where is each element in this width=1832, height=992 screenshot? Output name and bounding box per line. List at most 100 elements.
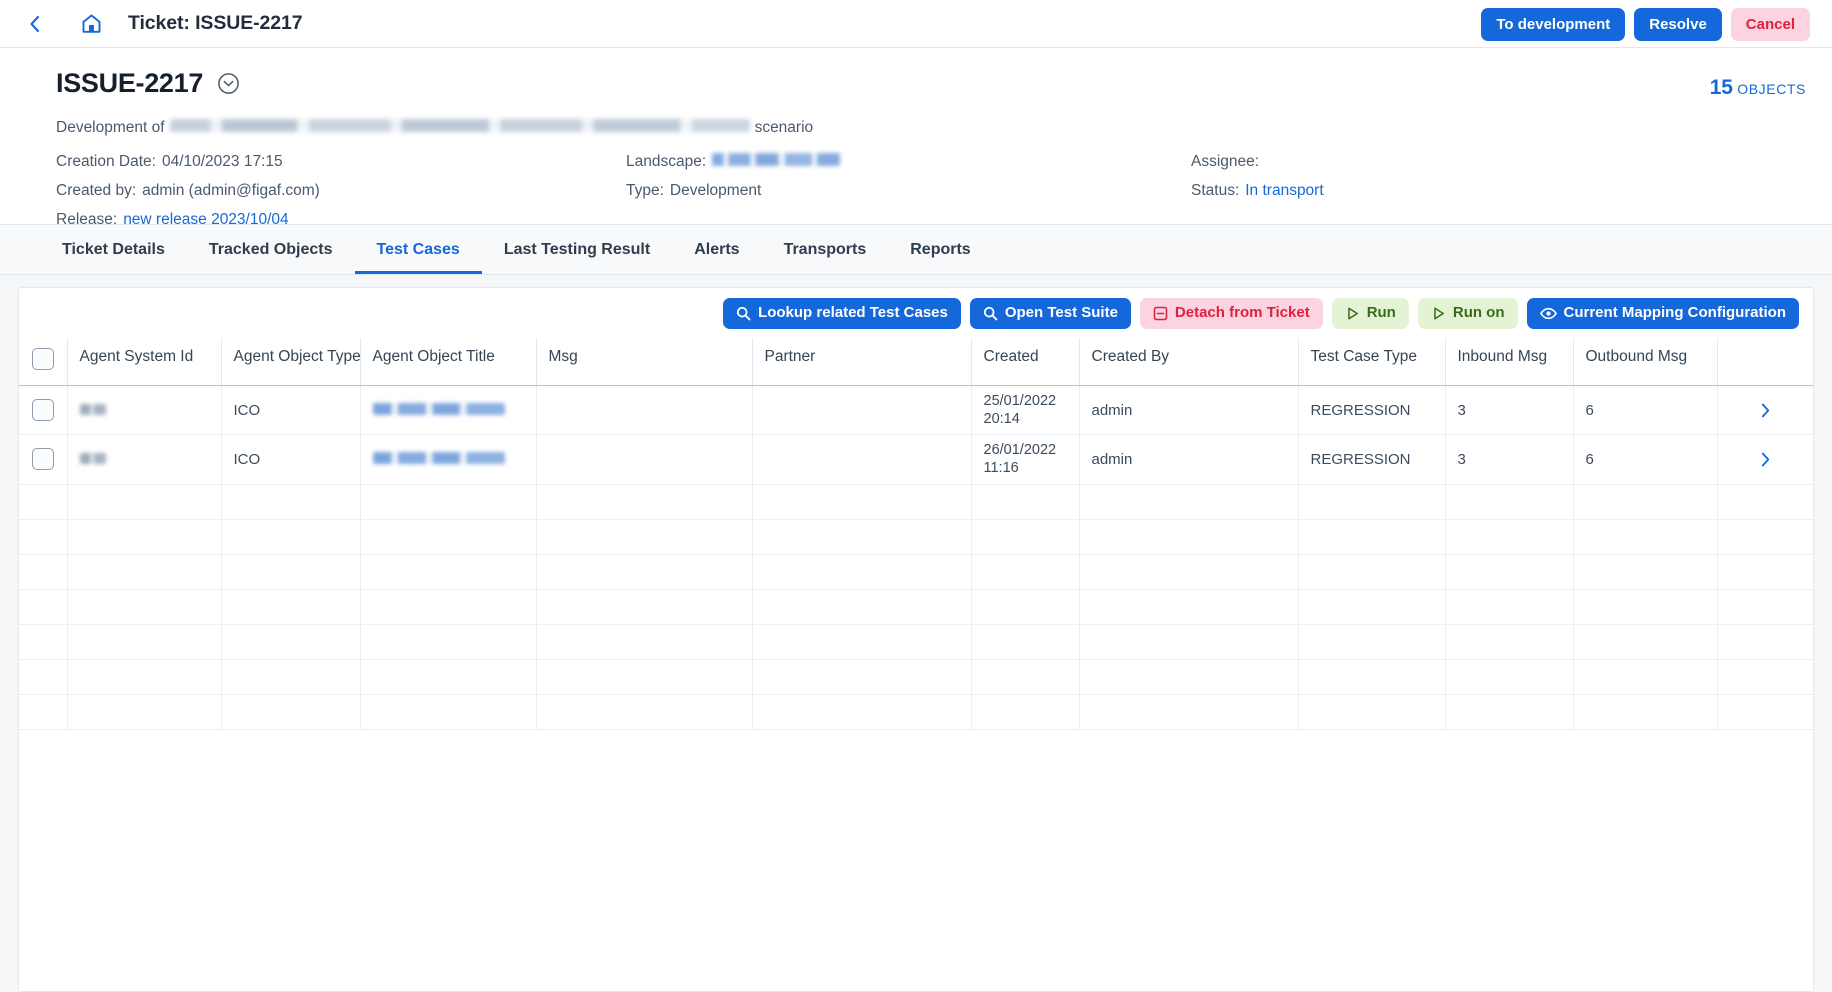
table-row-empty bbox=[19, 519, 1813, 555]
description-suffix: scenario bbox=[754, 119, 814, 136]
tab-alerts[interactable]: Alerts bbox=[672, 225, 761, 274]
tab-ticket-details[interactable]: Ticket Details bbox=[40, 225, 187, 274]
column-created[interactable]: Created bbox=[971, 337, 1080, 386]
redacted-value bbox=[372, 451, 505, 464]
cell-row-action bbox=[1717, 434, 1813, 485]
run-on-button[interactable]: Run on bbox=[1417, 298, 1518, 329]
column-partner[interactable]: Partner bbox=[752, 337, 972, 386]
redacted-value bbox=[372, 402, 505, 415]
column-inbound-msg[interactable]: Inbound Msg bbox=[1445, 337, 1574, 386]
column-agent-object-title[interactable]: Agent Object Title bbox=[360, 337, 537, 386]
tab-bar: Ticket Details Tracked Objects Test Case… bbox=[0, 225, 1832, 275]
cell-outbound-msg: 6 bbox=[1573, 385, 1718, 436]
eye-icon bbox=[1539, 306, 1557, 321]
redacted-value bbox=[79, 452, 106, 464]
page-title: Ticket: ISSUE-2217 bbox=[128, 12, 303, 34]
cell-created: 26/01/2022 11:16 bbox=[971, 434, 1080, 485]
column-agent-object-type[interactable]: Agent Object Type bbox=[221, 337, 361, 386]
ticket-detail-header: ISSUE-2217 15 OBJECTS Development of sce… bbox=[0, 48, 1832, 228]
minus-box-icon bbox=[1153, 306, 1168, 321]
lookup-related-test-cases-button[interactable]: Lookup related Test Cases bbox=[723, 298, 961, 329]
meta-creation-date: Creation Date: 04/10/2023 17:15 bbox=[56, 153, 626, 171]
meta-landscape: Landscape: bbox=[626, 153, 1191, 171]
column-row-action bbox=[1717, 337, 1813, 386]
meta-type-label: Type: bbox=[626, 182, 664, 199]
meta-status-label: Status: bbox=[1191, 182, 1240, 199]
column-select-all bbox=[19, 337, 68, 386]
cell-agent-system-id bbox=[67, 434, 222, 485]
row-select-cell bbox=[19, 385, 68, 436]
chevron-down-circle-icon[interactable] bbox=[217, 72, 240, 95]
row-checkbox[interactable] bbox=[31, 399, 54, 422]
search-icon bbox=[736, 306, 751, 321]
column-msg[interactable]: Msg bbox=[536, 337, 753, 386]
cell-inbound-msg: 3 bbox=[1445, 434, 1574, 485]
column-test-case-type[interactable]: Test Case Type bbox=[1298, 337, 1446, 386]
cell-outbound-msg: 6 bbox=[1573, 434, 1718, 485]
description-redacted-text bbox=[169, 119, 750, 132]
column-created-by[interactable]: Created By bbox=[1079, 337, 1299, 386]
cell-partner bbox=[752, 385, 972, 436]
cell-created: 25/01/2022 20:14 bbox=[971, 385, 1080, 436]
run-button[interactable]: Run bbox=[1331, 298, 1409, 329]
row-select-cell bbox=[19, 434, 68, 485]
cancel-button[interactable]: Cancel bbox=[1730, 8, 1810, 42]
tab-transports[interactable]: Transports bbox=[762, 225, 889, 274]
table-row-empty bbox=[19, 624, 1813, 660]
cell-agent-object-title bbox=[360, 434, 537, 485]
current-mapping-configuration-label: Current Mapping Configuration bbox=[1563, 304, 1786, 321]
cell-agent-object-type: ICO bbox=[221, 434, 361, 485]
cell-created-by: admin bbox=[1079, 434, 1299, 485]
meta-creation-date-label: Creation Date: bbox=[56, 153, 156, 170]
column-agent-system-id[interactable]: Agent System Id bbox=[67, 337, 222, 386]
test-cases-table: Agent System Id Agent Object Type Agent … bbox=[19, 337, 1813, 730]
tab-test-cases[interactable]: Test Cases bbox=[354, 225, 483, 274]
redacted-value bbox=[79, 403, 106, 415]
objects-count-value: 15 bbox=[1709, 76, 1733, 99]
meta-status: Status: In transport bbox=[1191, 182, 1806, 200]
meta-type: Type: Development bbox=[626, 182, 1191, 200]
table-row-empty bbox=[19, 589, 1813, 625]
cell-agent-system-id bbox=[67, 385, 222, 436]
home-icon[interactable] bbox=[76, 11, 106, 37]
tab-tracked-objects[interactable]: Tracked Objects bbox=[187, 225, 355, 274]
run-on-label: Run on bbox=[1452, 304, 1505, 321]
cell-inbound-msg: 3 bbox=[1445, 385, 1574, 436]
table-header-row: Agent System Id Agent Object Type Agent … bbox=[19, 337, 1813, 386]
tab-reports[interactable]: Reports bbox=[888, 225, 992, 274]
meta-type-value: Development bbox=[669, 182, 762, 199]
lookup-related-test-cases-label: Lookup related Test Cases bbox=[758, 304, 948, 321]
description-prefix: Development of bbox=[56, 119, 165, 136]
run-label: Run bbox=[1366, 304, 1396, 321]
chevron-right-icon[interactable] bbox=[1730, 402, 1802, 419]
row-checkbox[interactable] bbox=[31, 448, 54, 471]
table-body: ICO 25/01/2022 20:14 admin REGRESSION 3 … bbox=[19, 385, 1813, 730]
table-row-empty bbox=[19, 554, 1813, 590]
play-icon bbox=[1345, 306, 1360, 321]
table-row-empty bbox=[19, 694, 1813, 730]
meta-assignee-label: Assignee: bbox=[1191, 153, 1260, 170]
open-test-suite-button[interactable]: Open Test Suite bbox=[969, 298, 1131, 329]
cell-test-case-type: REGRESSION bbox=[1298, 385, 1446, 436]
cell-created-by: admin bbox=[1079, 385, 1299, 436]
table-row[interactable]: ICO 25/01/2022 20:14 admin REGRESSION 3 … bbox=[19, 385, 1813, 436]
to-development-button[interactable]: To development bbox=[1481, 8, 1626, 42]
chevron-right-icon[interactable] bbox=[1730, 451, 1802, 468]
ticket-id-row: ISSUE-2217 bbox=[56, 68, 1806, 99]
table-header: Agent System Id Agent Object Type Agent … bbox=[19, 337, 1813, 386]
tab-last-testing-result[interactable]: Last Testing Result bbox=[482, 225, 672, 274]
cell-msg bbox=[536, 385, 753, 436]
status-badge[interactable]: In transport bbox=[1245, 182, 1323, 200]
resolve-button[interactable]: Resolve bbox=[1634, 8, 1722, 42]
table-row-empty bbox=[19, 484, 1813, 520]
play-icon bbox=[1431, 306, 1446, 321]
current-mapping-configuration-button[interactable]: Current Mapping Configuration bbox=[1526, 298, 1799, 329]
back-icon[interactable] bbox=[22, 11, 48, 37]
ticket-metadata-grid: Creation Date: 04/10/2023 17:15 Landscap… bbox=[56, 153, 1806, 229]
search-icon bbox=[983, 306, 998, 321]
select-all-checkbox[interactable] bbox=[31, 347, 54, 370]
detach-from-ticket-button[interactable]: Detach from Ticket bbox=[1139, 298, 1323, 329]
cell-row-action bbox=[1717, 385, 1813, 436]
column-outbound-msg[interactable]: Outbound Msg bbox=[1573, 337, 1718, 386]
table-row[interactable]: ICO 26/01/2022 11:16 admin REGRESSION 3 … bbox=[19, 434, 1813, 485]
